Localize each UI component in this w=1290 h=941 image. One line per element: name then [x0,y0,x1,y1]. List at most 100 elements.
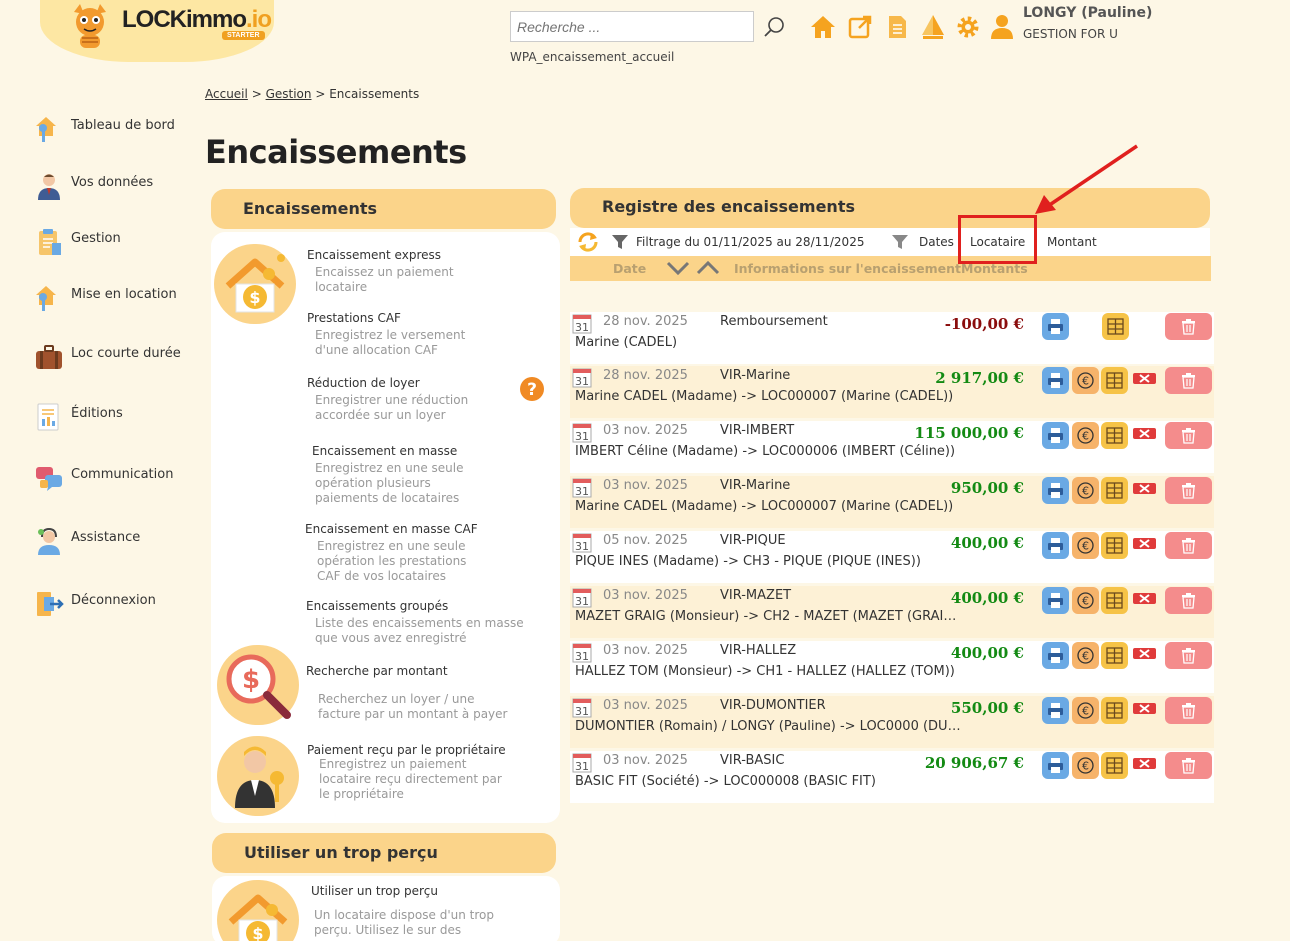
action-encaissement-en-masse[interactable]: Encaissement en masse Enregistrez en une… [312,444,552,506]
delete-button[interactable] [1165,477,1212,504]
user-icon[interactable] [989,14,1015,40]
grid-icon [1106,647,1123,664]
refresh-icon[interactable] [576,230,600,254]
cancel-button[interactable] [1133,593,1156,604]
cancel-button[interactable] [1133,373,1156,384]
row-date: 03 nov. 2025 [603,643,688,658]
filter-icon[interactable] [892,234,908,250]
sort-up-icon[interactable] [696,260,720,276]
printer-icon [1048,593,1063,608]
action-paiement-recu-proprietaire[interactable]: Paiement reçu par le propriétaire Enregi… [307,743,547,802]
external-link-icon[interactable] [847,14,873,40]
row-amount: 20 906,67 € [924,754,1024,772]
row-description: BASIC FIT (Société) -> LOC000008 (BASIC … [575,774,876,789]
row-description: HALLEZ TOM (Monsieur) -> CH1 - HALLEZ (H… [575,664,955,679]
brand-name: LOCKimmo.io [122,6,272,33]
print-button[interactable] [1042,422,1069,449]
delete-button[interactable] [1165,367,1212,394]
print-button[interactable] [1042,752,1069,779]
action-encaissement-en-masse-caf[interactable]: Encaissement en masse CAF Enregistrez en… [305,522,545,584]
sidebar-item-loc-courte-duree[interactable]: Loc courte durée [34,342,204,376]
cancel-button[interactable] [1133,483,1156,494]
action-utiliser-trop-percu[interactable]: Utiliser un trop perçu Un locataire disp… [311,884,551,938]
print-button[interactable] [1042,642,1069,669]
details-button[interactable] [1101,642,1128,669]
cancel-button[interactable] [1133,703,1156,714]
calendar-icon: 31 [572,698,592,718]
details-button[interactable] [1101,697,1128,724]
action-recherche-par-montant[interactable]: Recherche par montant Recherchez un loye… [306,664,546,722]
details-button[interactable] [1101,752,1128,779]
filter-option-montant[interactable]: Montant [1047,235,1097,249]
sailboat-icon[interactable] [920,14,946,40]
print-button[interactable] [1042,587,1069,614]
action-encaissements-groupes[interactable]: Encaissements groupés Liste des encaisse… [306,599,546,646]
payment-button[interactable]: € [1072,422,1099,449]
sidebar-item-vos-donnees[interactable]: Vos données [34,171,204,205]
row-amount: 2 917,00 € [935,369,1024,387]
action-prestations-caf[interactable]: Prestations CAF Enregistrez le versement… [307,311,547,358]
print-button[interactable] [1042,367,1069,394]
cancel-button[interactable] [1133,428,1156,439]
user-name[interactable]: LONGY (Pauline) [1023,5,1152,21]
print-button[interactable] [1042,477,1069,504]
home-icon[interactable] [810,14,836,40]
trash-icon [1182,758,1195,774]
search-input[interactable] [510,11,754,42]
print-button[interactable] [1042,313,1069,340]
cancel-button[interactable] [1133,538,1156,549]
row-date: 28 nov. 2025 [603,314,688,329]
delete-button[interactable] [1165,313,1212,340]
payment-button[interactable]: € [1072,367,1099,394]
action-description: Enregistrez le versement d'une allocatio… [315,328,466,357]
row-label: VIR-DUMONTIER [720,698,826,713]
search-icon[interactable] [762,15,786,39]
details-button[interactable] [1102,313,1129,340]
sidebar-item-gestion[interactable]: Gestion [34,227,204,261]
details-button[interactable] [1101,367,1128,394]
cancel-button[interactable] [1133,648,1156,659]
details-button[interactable] [1101,422,1128,449]
payment-button[interactable]: € [1072,587,1099,614]
printer-icon [1048,483,1063,498]
delete-button[interactable] [1165,752,1212,779]
action-reduction-de-loyer[interactable]: Réduction de loyer Enregistrer une réduc… [307,376,547,423]
details-button[interactable] [1101,587,1128,614]
sidebar-item-editions[interactable]: Éditions [34,402,204,436]
sidebar-item-label: Vos données [71,175,154,190]
magnifier-dollar-illustration: $ [217,645,299,725]
sidebar-item-communication[interactable]: Communication [34,463,204,497]
document-icon[interactable] [884,14,910,40]
breadcrumb-current: Encaissements [329,87,420,101]
sidebar-item-mise-en-location[interactable]: Mise en location [34,283,204,317]
delete-button[interactable] [1165,532,1212,559]
payment-button[interactable]: € [1072,642,1099,669]
action-encaissement-express[interactable]: Encaissement express Encaissez un paieme… [307,248,547,295]
printer-icon [1048,538,1063,553]
help-icon[interactable]: ? [519,376,545,402]
payment-button[interactable]: € [1072,752,1099,779]
details-button[interactable] [1101,532,1128,559]
payment-button[interactable]: € [1072,477,1099,504]
print-button[interactable] [1042,697,1069,724]
breadcrumb-link-gestion[interactable]: Gestion [266,87,312,101]
column-date[interactable]: Date [613,261,646,276]
sort-down-icon[interactable] [666,260,690,276]
sidebar-item-tableau-de-bord[interactable]: Tableau de bord [34,114,204,148]
payment-button[interactable]: € [1072,697,1099,724]
filter-option-dates[interactable]: Dates [919,235,954,249]
details-button[interactable] [1101,477,1128,504]
sidebar-item-assistance[interactable]: Assistance [34,526,204,560]
trop-percu-panel-header: Utiliser un trop perçu [212,833,556,873]
cancel-button[interactable] [1133,758,1156,769]
print-button[interactable] [1042,532,1069,559]
delete-button[interactable] [1165,642,1212,669]
logo[interactable]: LOCKimmo.io STARTER [40,0,274,62]
payment-button[interactable]: € [1072,532,1099,559]
delete-button[interactable] [1165,697,1212,724]
breadcrumb-link-accueil[interactable]: Accueil [205,87,248,101]
delete-button[interactable] [1165,587,1212,614]
gear-icon[interactable] [955,14,981,40]
sidebar-item-deconnexion[interactable]: Déconnexion [34,589,204,623]
delete-button[interactable] [1165,422,1212,449]
